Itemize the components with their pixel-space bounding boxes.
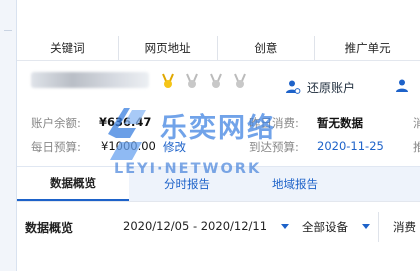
nav-item-keywords[interactable]: 关键词	[17, 36, 118, 60]
gray-medal-icon	[234, 73, 246, 88]
account-overview-page: 关键词 网页地址 创意 推广单元 还原账户 账户余额: ¥636.47 昨日消费…	[0, 0, 420, 272]
nav-item-ad-unit[interactable]: 推广单元	[314, 36, 420, 60]
yesterday-spend-value: 暂无数据	[317, 116, 363, 130]
metric-select[interactable]: 消费	[393, 219, 416, 235]
nav-item-creative[interactable]: 创意	[216, 36, 315, 60]
daily-budget-label: 每日预算:	[31, 140, 81, 154]
section-title: 数据概览	[25, 221, 74, 235]
balance-value: ¥636.47	[99, 115, 152, 129]
consumption-label-partial: 消	[413, 116, 420, 130]
tab-data-overview[interactable]: 数据概览	[17, 167, 129, 201]
gold-medal-icon	[162, 73, 174, 88]
nav-item-url[interactable]: 网页地址	[117, 36, 217, 60]
budget-arrival-value: 2020-11-25	[317, 139, 384, 153]
date-dropdown-caret-icon[interactable]	[281, 224, 289, 230]
top-nav: 关键词 网页地址 创意 推广单元	[17, 0, 420, 61]
edit-budget-link[interactable]: 修改	[163, 139, 186, 155]
filter-divider	[378, 212, 379, 242]
tab-region-report[interactable]: 地域报告	[249, 167, 341, 201]
top-strip	[17, 0, 420, 33]
account-panel: 还原账户 账户余额: ¥636.47 昨日消费: 暂无数据 消 每日预算: ¥1…	[17, 62, 420, 162]
promotion-label-partial: 推	[413, 140, 420, 154]
balance-label: 账户余额:	[31, 116, 81, 130]
device-select[interactable]: 全部设备	[302, 219, 348, 235]
window-left-edge	[0, 0, 17, 271]
filter-bar: 数据概览 2020/12/05 - 2020/12/11 全部设备 消费	[17, 201, 420, 272]
user-icon[interactable]	[395, 78, 411, 94]
user-restore-icon	[286, 80, 301, 94]
device-dropdown-caret-icon[interactable]	[362, 224, 370, 230]
restore-account-button[interactable]: 还原账户	[285, 78, 355, 96]
yesterday-spend-label: 昨日消费:	[249, 116, 299, 130]
tab-hourly-report[interactable]: 分时报告	[141, 167, 233, 201]
gray-medal-icon	[186, 73, 198, 88]
gray-medal-icon	[210, 73, 222, 88]
date-range-picker[interactable]: 2020/12/05 - 2020/12/11	[123, 219, 267, 233]
edge-divider	[4, 30, 12, 31]
report-tabs: 数据概览 分时报告 地域报告	[17, 166, 420, 201]
budget-arrival-label: 到达预算:	[249, 140, 299, 154]
daily-budget-value: ¥1000.00	[101, 139, 156, 153]
blurred-username	[31, 72, 149, 88]
nav-divider	[17, 60, 420, 61]
top-nav-items: 关键词 网页地址 创意 推广单元	[17, 36, 420, 60]
restore-account-label: 还原账户	[307, 80, 356, 95]
